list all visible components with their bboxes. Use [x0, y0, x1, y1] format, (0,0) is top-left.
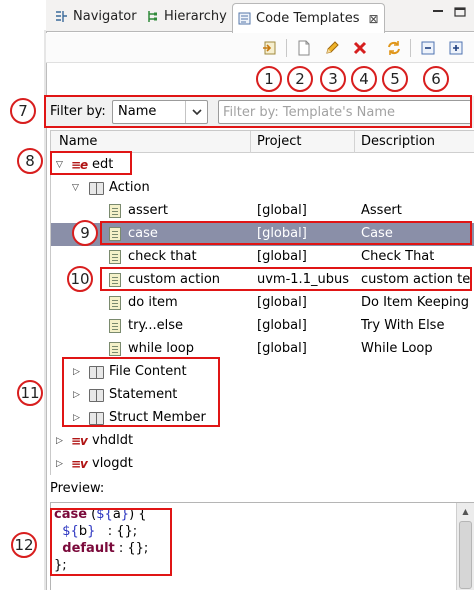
navigator-icon — [55, 10, 68, 23]
row-project: [global] — [257, 203, 307, 218]
callout-4: 4 — [351, 66, 377, 92]
highlight-selected-row — [100, 221, 472, 245]
collapse-all-icon[interactable] — [418, 38, 438, 58]
tab-label: Code Templates — [256, 11, 360, 26]
hierarchy-icon — [146, 10, 159, 23]
highlight-collapsed-groups — [62, 357, 220, 427]
scroll-up-icon[interactable]: ▲ — [457, 503, 474, 519]
row-description: Check That — [361, 249, 435, 264]
template-icon — [109, 250, 121, 264]
row-project: [global] — [257, 318, 307, 333]
callout-7: 7 — [10, 98, 36, 124]
column-header-name[interactable]: Name — [59, 134, 97, 149]
row-project: [global] — [257, 295, 307, 310]
table-header: Name Project Description — [51, 131, 474, 153]
row-name: Action — [109, 180, 150, 195]
template-icon — [109, 342, 121, 356]
preview-label: Preview: — [50, 481, 105, 496]
callout-8: 8 — [17, 148, 43, 174]
delete-icon[interactable] — [350, 38, 370, 58]
callout-1: 1 — [256, 66, 282, 92]
code-templates-icon — [238, 12, 251, 25]
template-icon — [109, 319, 121, 333]
collapsed-twisty-icon[interactable]: ▷ — [56, 436, 63, 446]
row-project: [global] — [257, 249, 307, 264]
new-template-icon[interactable] — [294, 38, 314, 58]
row-name: while loop — [128, 341, 194, 356]
tab-label: Navigator — [73, 8, 137, 24]
callout-10: 10 — [67, 266, 93, 292]
tab-navigator[interactable]: Navigator — [50, 3, 142, 29]
minimize-icon[interactable] — [432, 6, 444, 16]
edit-pencil-icon[interactable] — [322, 38, 342, 58]
maximize-icon[interactable] — [454, 6, 466, 17]
tab-code-templates[interactable]: Code Templates ⊠ — [232, 3, 385, 33]
highlight-filter-row — [44, 95, 472, 128]
collapsed-twisty-icon[interactable]: ▷ — [56, 459, 63, 469]
row-name: try...else — [128, 318, 184, 333]
row-description: While Loop — [361, 341, 433, 356]
table-row[interactable]: do item [global] Do Item Keeping — [51, 292, 474, 315]
highlight-edt — [50, 151, 132, 175]
verilog-language-icon: ≡v — [71, 457, 88, 471]
tab-label: Hierarchy — [164, 8, 227, 24]
callout-11: 11 — [17, 380, 43, 406]
scrollbar-thumb[interactable] — [459, 521, 472, 589]
callout-12: 12 — [11, 532, 37, 558]
table-row[interactable]: check that [global] Check That — [51, 246, 474, 269]
view-toolbar — [46, 33, 474, 63]
callout-2: 2 — [287, 66, 313, 92]
tree-row-action[interactable]: ▽ Action — [51, 177, 474, 200]
callout-5: 5 — [382, 66, 408, 92]
row-name: do item — [128, 295, 178, 310]
vhdl-language-icon: ≡v — [71, 434, 88, 448]
callout-3: 3 — [320, 66, 346, 92]
row-description: Assert — [361, 203, 402, 218]
callout-9: 9 — [72, 220, 98, 246]
table-row[interactable]: try...else [global] Try With Else — [51, 315, 474, 338]
column-header-project[interactable]: Project — [257, 134, 301, 149]
template-icon — [109, 296, 121, 310]
close-icon[interactable]: ⊠ — [369, 12, 379, 26]
refresh-icon[interactable] — [384, 38, 404, 58]
row-name: assert — [128, 203, 168, 218]
row-description: Try With Else — [361, 318, 445, 333]
column-header-description[interactable]: Description — [361, 134, 435, 149]
row-name: vlogdt — [92, 456, 133, 471]
view-tab-bar: Navigator Hierarchy Code Templates ⊠ — [46, 0, 474, 33]
highlight-preview-code — [50, 508, 172, 576]
tab-hierarchy[interactable]: Hierarchy — [141, 3, 232, 29]
row-name: check that — [128, 249, 197, 264]
tree-row-vhdldt[interactable]: ▷ ≡v vhdldt — [51, 430, 474, 453]
row-description: Do Item Keeping — [361, 295, 470, 310]
row-name: vhdldt — [92, 433, 134, 448]
expand-all-icon[interactable] — [446, 38, 466, 58]
book-icon — [89, 182, 104, 195]
row-project: [global] — [257, 341, 307, 356]
tree-row-vlogdt[interactable]: ▷ ≡v vlogdt — [51, 453, 474, 476]
expanded-twisty-icon[interactable]: ▽ — [72, 183, 79, 193]
template-icon — [109, 204, 121, 218]
highlight-custom-action — [100, 267, 472, 291]
preview-scrollbar[interactable]: ▲ — [456, 503, 474, 590]
callout-6: 6 — [423, 66, 449, 92]
import-icon[interactable] — [260, 38, 280, 58]
table-row[interactable]: assert [global] Assert — [51, 200, 474, 223]
